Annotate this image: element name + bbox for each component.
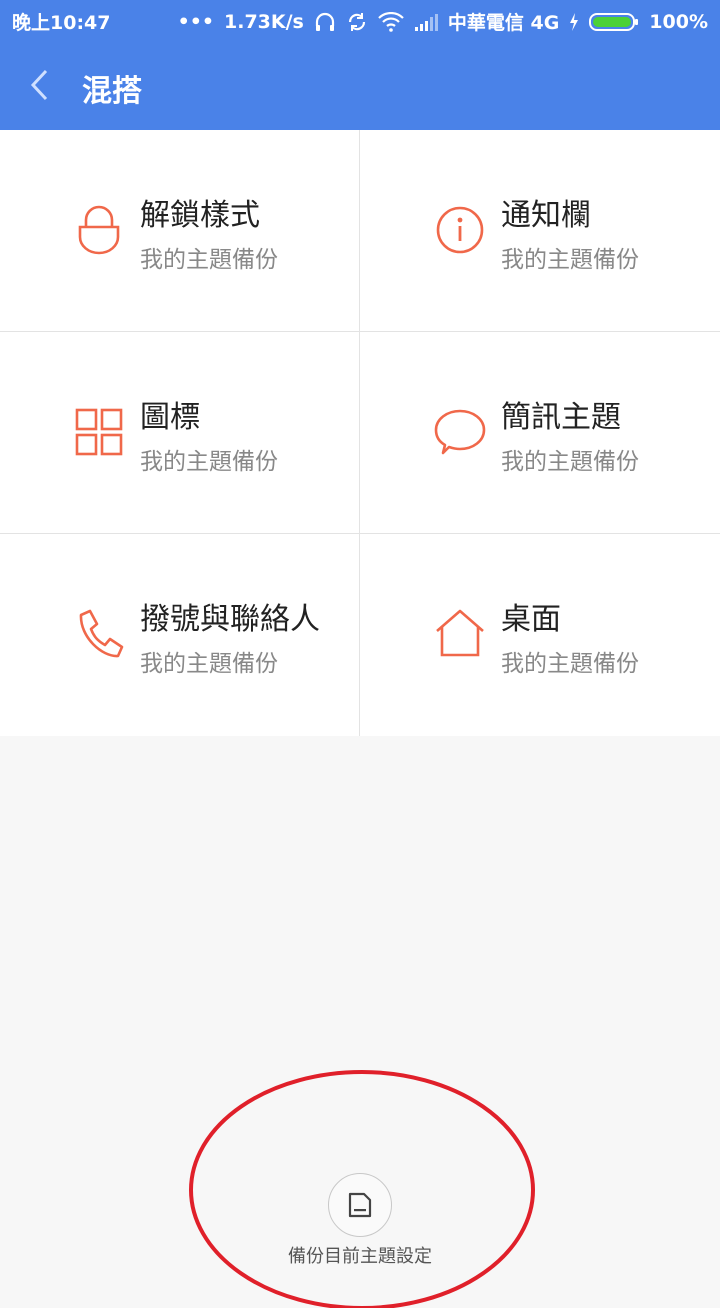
more-dots-icon: ••• [177,10,214,33]
save-icon [348,1192,372,1218]
status-time: 晚上10:47 [12,12,111,34]
headset-icon [315,12,334,31]
network-speed: 1.73K/s [224,10,304,33]
item-sub: 我的主題備份 [501,449,639,475]
sync-icon [348,12,365,31]
battery-icon [589,12,639,31]
charging-icon [570,12,579,31]
backup-current-theme-button[interactable] [328,1173,392,1237]
app-bar: 混搭 [0,40,720,130]
lock-icon [78,205,120,255]
item-sub: 我的主題備份 [140,247,278,273]
item-icons[interactable]: 圖標 我的主題備份 [0,332,359,533]
item-desktop[interactable]: 桌面 我的主題備份 [361,534,720,735]
item-notification-bar[interactable]: 通知欄 我的主題備份 [361,130,720,331]
grid-icon [75,408,123,456]
back-arrow-icon[interactable] [26,68,56,102]
item-sub: 我的主題備份 [501,651,639,677]
backup-label: 備份目前主題設定 [288,1246,432,1267]
item-sub: 我的主題備份 [501,247,639,273]
wifi-icon [378,11,404,32]
status-bar: 晚上10:47 ••• 1.73K/s 中華電信 4G 100% [0,0,720,40]
status-right: ••• 1.73K/s 中華電信 4G 100% [178,8,708,35]
item-label: 圖標 [140,400,200,435]
signal-icon [414,13,438,31]
item-label: 撥號與聯絡人 [140,602,320,637]
item-sub: 我的主題備份 [140,449,278,475]
chat-bubble-icon [434,409,486,455]
item-label: 通知欄 [501,198,591,233]
grid-divider-vertical [359,130,360,736]
item-sub: 我的主題備份 [140,651,278,677]
item-sms-theme[interactable]: 簡訊主題 我的主題備份 [361,332,720,533]
home-icon [436,609,484,657]
phone-icon [79,609,124,658]
item-lock-style[interactable]: 解鎖樣式 我的主題備份 [0,130,359,331]
item-label: 簡訊主題 [501,400,621,435]
item-label: 解鎖樣式 [140,198,260,233]
carrier-label: 中華電信 4G [447,12,560,34]
info-icon [436,206,484,254]
page-title: 混搭 [82,74,142,109]
battery-percent: 100% [649,10,708,33]
theme-components-grid: 解鎖樣式 我的主題備份 通知欄 我的主題備份 圖標 我的主題備份 簡訊主題 我的… [0,130,720,736]
item-label: 桌面 [501,602,561,637]
item-dialer-contacts[interactable]: 撥號與聯絡人 我的主題備份 [0,534,359,735]
